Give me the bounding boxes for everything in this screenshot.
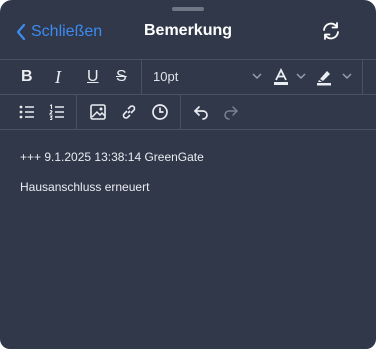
- chevron-down-icon[interactable]: [252, 72, 262, 80]
- text-color-icon[interactable]: [272, 68, 290, 86]
- font-size-select[interactable]: 10pt: [153, 69, 178, 84]
- toolbar-divider: [76, 95, 77, 129]
- strikethrough-button[interactable]: S: [116, 67, 127, 87]
- chevron-down-icon[interactable]: [296, 72, 306, 80]
- numbered-list-icon[interactable]: [48, 103, 66, 121]
- toolbar-divider: [141, 60, 142, 94]
- toolbar-divider: [362, 60, 363, 94]
- highlight-icon[interactable]: [315, 68, 333, 86]
- chevron-down-icon[interactable]: [342, 72, 352, 80]
- editor-header: Schließen Bemerkung: [0, 0, 376, 60]
- underline-button[interactable]: U: [87, 67, 99, 87]
- undo-icon[interactable]: [192, 103, 210, 121]
- insert-toolbar: [0, 94, 376, 130]
- refresh-icon[interactable]: [320, 20, 342, 42]
- redo-icon[interactable]: [222, 103, 240, 121]
- remark-line: +++ 9.1.2025 13:38:14 GreenGate: [20, 150, 204, 164]
- toolbar-divider: [180, 95, 181, 129]
- italic-button[interactable]: I: [55, 67, 61, 87]
- remark-editor-sheet: Schließen Bemerkung B I U S 10pt +++ 9.1…: [0, 0, 376, 349]
- bullet-list-icon[interactable]: [18, 103, 36, 121]
- remark-line: Hausanschluss erneuert: [20, 180, 150, 194]
- clock-icon[interactable]: [151, 103, 169, 121]
- image-icon[interactable]: [89, 103, 107, 121]
- link-icon[interactable]: [120, 103, 138, 121]
- bold-button[interactable]: B: [21, 67, 33, 87]
- format-toolbar: B I U S 10pt: [0, 59, 376, 95]
- remark-text-area[interactable]: +++ 9.1.2025 13:38:14 GreenGate Hausansc…: [20, 150, 204, 210]
